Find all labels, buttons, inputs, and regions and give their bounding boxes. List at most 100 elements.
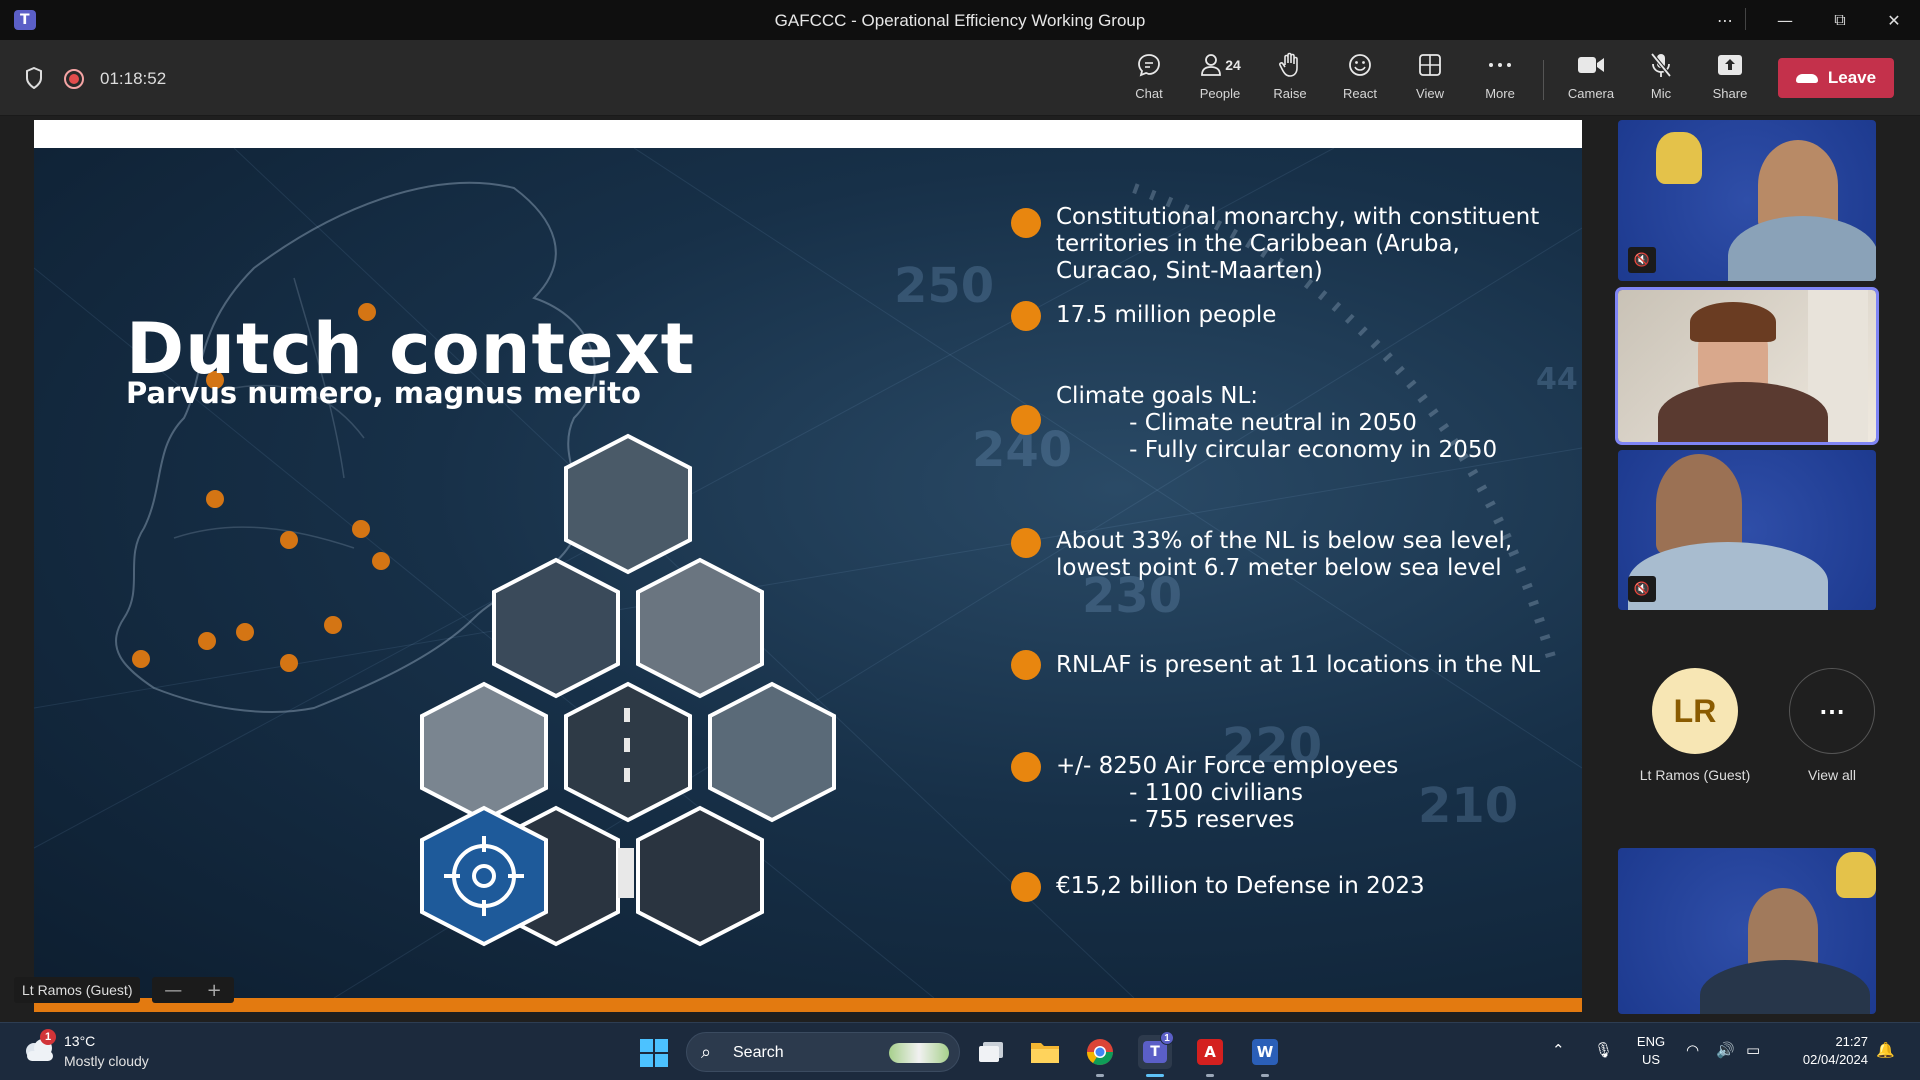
raise-hand-button[interactable]: Raise: [1257, 50, 1323, 110]
weather-description[interactable]: Mostly cloudy: [64, 1053, 149, 1069]
running-indicator: [1206, 1074, 1214, 1077]
react-button[interactable]: React: [1327, 50, 1393, 110]
participant-avatar-name: Lt Ramos (Guest): [1639, 767, 1751, 783]
hang-up-icon: [1795, 73, 1818, 83]
people-count: 24: [1225, 57, 1241, 73]
file-explorer-icon[interactable]: [1028, 1035, 1062, 1069]
teams-badge: 1: [1160, 1031, 1174, 1045]
people-button[interactable]: 24 People: [1187, 50, 1253, 110]
raise-label: Raise: [1273, 86, 1307, 101]
running-indicator: [1096, 1074, 1104, 1077]
participant-body: [1728, 216, 1876, 281]
teams-taskbar-icon[interactable]: T 1: [1138, 1031, 1174, 1077]
title-divider: [1745, 8, 1746, 30]
shared-screen-stage: 250 240 230 220 210 44 Dutch context Par…: [0, 117, 1600, 1022]
taskbar-search[interactable]: ⌕ Search: [686, 1032, 960, 1072]
region-code: US: [1641, 1052, 1661, 1067]
more-button[interactable]: More: [1467, 50, 1533, 110]
leave-label: Leave: [1827, 68, 1877, 87]
search-placeholder: Search: [733, 1044, 784, 1061]
participant-hair: [1690, 302, 1776, 342]
map-location-dot: [280, 654, 298, 672]
chat-label: Chat: [1135, 86, 1163, 101]
minimize-button[interactable]: —: [1757, 0, 1813, 40]
notification-bell-icon[interactable]: 🔔: [1876, 1041, 1895, 1059]
react-label: React: [1343, 86, 1377, 101]
mic-label: Mic: [1650, 86, 1672, 101]
share-icon: [1715, 50, 1745, 80]
mic-off-indicator: 🔇: [1628, 576, 1656, 602]
bullet-text: +/- 8250 Air Force employees - 1100 civi…: [1056, 753, 1399, 833]
map-location-dot: [280, 531, 298, 549]
camera-label: Camera: [1567, 86, 1615, 101]
volume-icon[interactable]: 🔊: [1716, 1041, 1735, 1059]
language-code: ENG: [1636, 1034, 1666, 1049]
running-indicator: [1146, 1074, 1164, 1077]
language-indicator[interactable]: ENG US: [1636, 1033, 1666, 1069]
share-button[interactable]: Share: [1697, 50, 1763, 110]
presenter-name-tag: Lt Ramos (Guest): [14, 977, 141, 1003]
mic-button[interactable]: Mic: [1628, 50, 1694, 110]
word-icon[interactable]: W: [1248, 1035, 1282, 1077]
gauge-number: 250: [894, 258, 995, 314]
slide-top-band: [34, 120, 1582, 148]
bullet-text: About 33% of the NL is below sea level, …: [1056, 528, 1513, 581]
meeting-timer: 01:18:52: [100, 69, 167, 88]
battery-icon[interactable]: ▭: [1746, 1041, 1760, 1059]
bullet-dot: [1011, 528, 1041, 558]
acrobat-icon[interactable]: A: [1193, 1035, 1227, 1077]
window-title: GAFCCC - Operational Efficiency Working …: [774, 11, 1146, 30]
wifi-icon[interactable]: ◠: [1686, 1041, 1699, 1059]
zoom-in-button[interactable]: +: [207, 980, 222, 1001]
leave-button[interactable]: Leave: [1778, 58, 1894, 98]
bullet-text: RNLAF is present at 11 locations in the …: [1056, 652, 1541, 678]
view-all-button[interactable]: ⋯: [1789, 668, 1875, 754]
bullet-text: 17.5 million people: [1056, 302, 1277, 328]
participant-video-tile[interactable]: 🔇: [1618, 120, 1876, 281]
close-button[interactable]: ✕: [1866, 0, 1920, 40]
grid-view-icon: [1415, 50, 1445, 80]
participant-video-tile[interactable]: 🔇: [1618, 450, 1876, 610]
toolbar-divider: [1543, 60, 1544, 100]
view-button[interactable]: View: [1397, 50, 1463, 110]
chat-button[interactable]: Chat: [1116, 50, 1182, 110]
system-clock[interactable]: 21:27 02/04/2024: [1778, 1033, 1868, 1069]
task-view-icon[interactable]: [974, 1035, 1008, 1069]
participant-head: [1656, 454, 1742, 554]
search-highlight-graphic: [889, 1043, 949, 1063]
clock-date: 02/04/2024: [1802, 1052, 1868, 1067]
chat-icon: [1134, 50, 1164, 80]
windows-taskbar: 1 13°C Mostly cloudy ⌕ Search T 1 A W ⌃ …: [0, 1022, 1920, 1080]
slide-bottom-band: [34, 998, 1582, 1012]
view-label: View: [1416, 86, 1444, 101]
chrome-icon[interactable]: [1083, 1035, 1117, 1077]
title-bar: GAFCCC - Operational Efficiency Working …: [0, 0, 1920, 40]
zoom-controls: — +: [152, 977, 234, 1003]
camera-button[interactable]: Camera: [1558, 50, 1624, 110]
microphone-icon[interactable]: 🎙: [1594, 1041, 1613, 1059]
participant-video-tile[interactable]: [1618, 848, 1876, 1014]
chevron-up-icon[interactable]: ⌃: [1552, 1041, 1565, 1059]
share-label: Share: [1712, 86, 1748, 101]
more-label: More: [1485, 86, 1515, 101]
running-indicator: [1261, 1074, 1269, 1077]
zoom-out-button[interactable]: —: [164, 980, 182, 1001]
bullet-dot: [1011, 650, 1041, 680]
participant-body: [1628, 542, 1828, 610]
map-location-dot: [132, 650, 150, 668]
windows-start-icon[interactable]: [640, 1039, 668, 1067]
people-label: People: [1199, 86, 1241, 101]
map-location-dot: [372, 552, 390, 570]
participant-video-tile-speaking[interactable]: [1615, 287, 1879, 445]
map-location-dot: [324, 616, 342, 634]
presentation-slide: 250 240 230 220 210 44 Dutch context Par…: [34, 148, 1582, 998]
participant-avatar[interactable]: LR: [1652, 668, 1738, 754]
view-all-label: View all: [1808, 767, 1856, 783]
map-location-dot: [198, 632, 216, 650]
weather-temperature[interactable]: 13°C: [64, 1033, 95, 1049]
shield-icon: [26, 67, 42, 89]
map-location-dot: [236, 623, 254, 641]
clock-time: 21:27: [1835, 1034, 1868, 1049]
smiley-icon: [1345, 50, 1375, 80]
restore-button[interactable]: ⧉: [1812, 0, 1868, 40]
